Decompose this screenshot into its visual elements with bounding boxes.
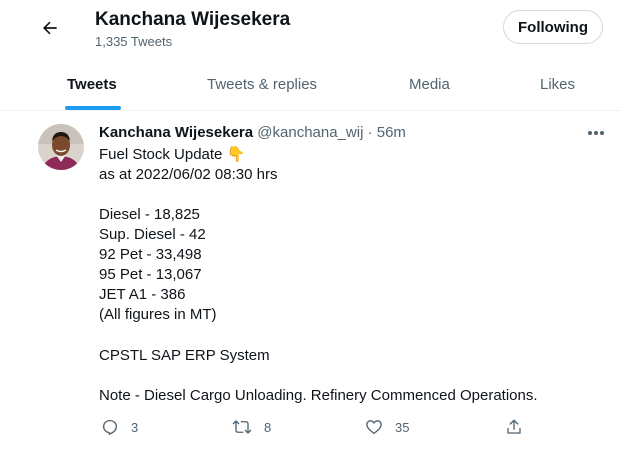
pointing-down-emoji: 👇 bbox=[226, 146, 246, 163]
tweet-text-line: (All figures in MT) bbox=[99, 306, 217, 323]
tweet-text-line-title: Fuel Stock Update bbox=[99, 146, 223, 163]
like-count: 35 bbox=[395, 419, 410, 435]
tweet-actions: 3 8 35 bbox=[0, 414, 621, 440]
reply-button[interactable]: 3 bbox=[101, 414, 138, 440]
arrow-left-icon bbox=[43, 21, 57, 35]
tab-tweets[interactable]: Tweets bbox=[67, 58, 117, 110]
tab-media[interactable]: Media bbox=[409, 58, 450, 110]
tweet-text-line: JET A1 - 386 bbox=[99, 286, 186, 303]
tweet-text-line: Fuel Stock Update 👇 bbox=[99, 145, 245, 163]
retweet-button[interactable]: 8 bbox=[232, 414, 271, 440]
tab-likes[interactable]: Likes bbox=[540, 58, 575, 110]
tweet-meta-separator: · bbox=[367, 124, 373, 141]
profile-name: Kanchana Wijesekera bbox=[95, 9, 291, 30]
share-icon bbox=[507, 419, 521, 434]
tweet-count: 1,335 Tweets bbox=[95, 34, 173, 49]
tweet-text-line: Note - Diesel Cargo Unloading. Refinery … bbox=[99, 387, 538, 404]
like-button[interactable]: 35 bbox=[365, 414, 409, 440]
heart-icon bbox=[366, 420, 382, 435]
avatar-image bbox=[38, 124, 84, 170]
tweet-timestamp[interactable]: 56m bbox=[377, 124, 406, 141]
tweet-text-line: as at 2022/06/02 08:30 hrs bbox=[99, 166, 278, 183]
back-button[interactable] bbox=[36, 14, 64, 42]
following-button[interactable]: Following bbox=[503, 10, 603, 44]
tweet-text-line: Diesel - 18,825 bbox=[99, 206, 200, 223]
retweet-icon bbox=[232, 420, 252, 434]
reply-icon bbox=[102, 419, 118, 435]
more-options-button[interactable] bbox=[584, 123, 608, 143]
tweet-author-handle[interactable]: @kanchana_wij bbox=[257, 124, 363, 141]
share-button[interactable] bbox=[505, 414, 523, 440]
profile-tabs: Tweets Tweets & replies Media Likes bbox=[0, 58, 621, 111]
reply-count: 3 bbox=[131, 419, 139, 435]
tweet-text-line: 92 Pet - 33,498 bbox=[99, 246, 202, 263]
tab-tweets-replies[interactable]: Tweets & replies bbox=[207, 58, 317, 110]
tweet-text-line: Sup. Diesel - 42 bbox=[99, 226, 206, 243]
tweet-text-line: 95 Pet - 13,067 bbox=[99, 266, 202, 283]
profile-header: Kanchana Wijesekera 1,335 Tweets Followi… bbox=[0, 0, 621, 58]
active-tab-indicator bbox=[65, 106, 121, 110]
retweet-count: 8 bbox=[264, 419, 272, 435]
tweet-author-name[interactable]: Kanchana Wijesekera bbox=[99, 124, 253, 141]
tweet-header: Kanchana Wijesekera @kanchana_wij · 56m bbox=[99, 124, 406, 141]
avatar[interactable] bbox=[38, 124, 84, 170]
tweet-text-line: CPSTL SAP ERP System bbox=[99, 347, 270, 364]
more-horizontal-icon bbox=[588, 131, 604, 135]
